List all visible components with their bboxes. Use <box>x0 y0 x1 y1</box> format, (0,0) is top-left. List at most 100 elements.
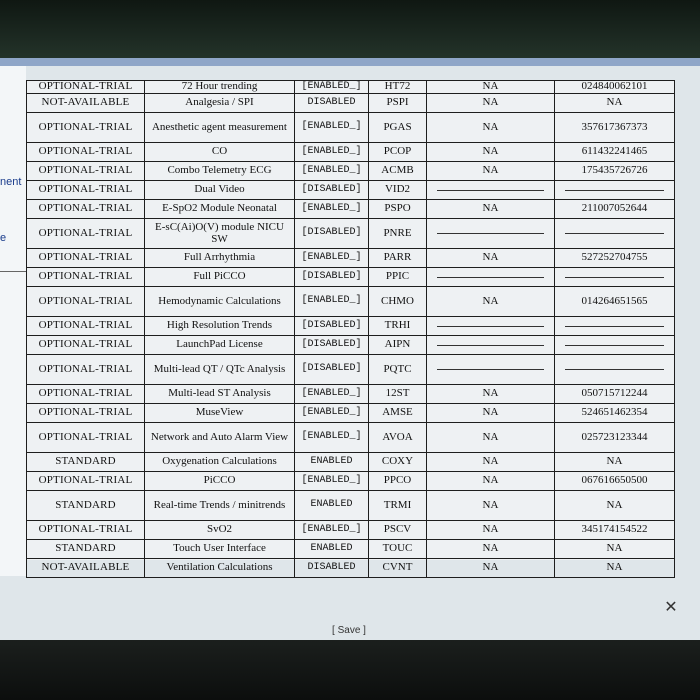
option-name-cell: Analgesia / SPI <box>144 93 295 113</box>
software-options-table: OPTIONAL-TRIAL 72 Hour trending [ENABLED_]… <box>26 80 675 578</box>
option-na-cell: NA <box>426 80 555 94</box>
option-code-cell: PQTC <box>368 354 427 385</box>
option-code-cell: PGAS <box>368 112 427 143</box>
table-row[interactable]: OPTIONAL-TRIAL Network and Auto Alarm Vie… <box>26 422 675 453</box>
table-row[interactable]: OPTIONAL-TRIAL Dual Video [DISABLED] VID2 <box>26 180 675 200</box>
option-state-cell: OPTIONAL-TRIAL <box>26 199 145 219</box>
option-license-value-cell <box>554 316 675 336</box>
option-name-cell: Multi-lead QT / QTc Analysis <box>144 354 295 385</box>
table-row[interactable]: OPTIONAL-TRIAL Multi-lead QT / QTc Analys… <box>26 354 675 385</box>
option-state-cell: OPTIONAL-TRIAL <box>26 218 145 249</box>
option-license-value-cell: 357617367373 <box>554 112 675 143</box>
option-status-cell: [ENABLED_] <box>294 80 369 94</box>
monitor-screen: nent e OPTIONAL-TRIAL 72 Hour trending [EN… <box>0 58 700 698</box>
option-state-cell: OPTIONAL-TRIAL <box>26 142 145 162</box>
table-row[interactable]: OPTIONAL-TRIAL Multi-lead ST Analysis [ENA… <box>26 384 675 404</box>
option-name-cell: Dual Video <box>144 180 295 200</box>
option-name-cell: PiCCO <box>144 471 295 491</box>
left-divider <box>0 271 26 272</box>
option-state-cell: OPTIONAL-TRIAL <box>26 80 145 94</box>
option-code-cell: PPCO <box>368 471 427 491</box>
option-na-cell: NA <box>426 520 555 540</box>
option-state-cell: OPTIONAL-TRIAL <box>26 403 145 423</box>
option-license-value-cell: 345174154522 <box>554 520 675 540</box>
table-row[interactable]: OPTIONAL-TRIAL CO [ENABLED_] PCOP NA 61143224… <box>26 142 675 162</box>
option-name-cell: E-sC(Ai)O(V) module NICU SW <box>144 218 295 249</box>
option-status-cell: [DISABLED] <box>294 180 369 200</box>
save-button[interactable]: [ Save ] <box>322 625 376 636</box>
option-status-cell: [ENABLED_] <box>294 403 369 423</box>
option-status-cell: DISABLED <box>294 93 369 113</box>
left-label-fragment[interactable]: nent <box>0 176 21 188</box>
option-status-cell: ENABLED <box>294 452 369 472</box>
option-status-cell: DISABLED <box>294 558 369 578</box>
table-row[interactable]: OPTIONAL-TRIAL Full Arrhythmia [ENABLED_] P… <box>26 248 675 268</box>
table-row[interactable]: OPTIONAL-TRIAL E-sC(Ai)O(V) module NICU S… <box>26 218 675 249</box>
table-row[interactable]: OPTIONAL-TRIAL Combo Telemetry ECG [ENABLE… <box>26 161 675 181</box>
option-status-cell: ENABLED <box>294 539 369 559</box>
close-icon[interactable]: ✕ <box>664 599 678 615</box>
option-na-cell: NA <box>426 248 555 268</box>
table-row[interactable]: OPTIONAL-TRIAL High Resolution Trends [DIS… <box>26 316 675 336</box>
option-license-value-cell: 014264651565 <box>554 286 675 317</box>
option-status-cell: [ENABLED_] <box>294 161 369 181</box>
table-row[interactable]: STANDARD Touch User Interface ENABLED TOUC N… <box>26 539 675 559</box>
option-status-cell: ENABLED <box>294 490 369 521</box>
option-status-cell: [ENABLED_] <box>294 142 369 162</box>
table-row[interactable]: NOT-AVAILABLE Ventilation Calculations DIS… <box>26 558 675 578</box>
table-row[interactable]: OPTIONAL-TRIAL Full PiCCO [DISABLED] PPIC <box>26 267 675 287</box>
option-status-cell: [DISABLED] <box>294 316 369 336</box>
option-state-cell: NOT-AVAILABLE <box>26 93 145 113</box>
option-license-value-cell: NA <box>554 452 675 472</box>
option-na-cell: NA <box>426 471 555 491</box>
option-state-cell: OPTIONAL-TRIAL <box>26 112 145 143</box>
table-row[interactable]: OPTIONAL-TRIAL LaunchPad License [DISABLED… <box>26 335 675 355</box>
option-license-value-cell: 175435726726 <box>554 161 675 181</box>
option-name-cell: SvO2 <box>144 520 295 540</box>
table-row[interactable]: OPTIONAL-TRIAL E-SpO2 Module Neonatal [ENA… <box>26 199 675 219</box>
option-license-value-cell: NA <box>554 93 675 113</box>
option-code-cell: VID2 <box>368 180 427 200</box>
option-status-cell: [ENABLED_] <box>294 199 369 219</box>
option-na-cell: NA <box>426 403 555 423</box>
monitor-bezel-bottom <box>0 640 700 700</box>
option-state-cell: STANDARD <box>26 490 145 521</box>
option-status-cell: [DISABLED] <box>294 354 369 385</box>
option-name-cell: Real-time Trends / minitrends <box>144 490 295 521</box>
option-na-cell <box>426 316 555 336</box>
table-row[interactable]: OPTIONAL-TRIAL Anesthetic agent measureme… <box>26 112 675 143</box>
table-row[interactable]: OPTIONAL-TRIAL PiCCO [ENABLED_] PPCO NA 06761… <box>26 471 675 491</box>
monitor-bezel-top <box>0 0 700 60</box>
option-license-value-cell <box>554 335 675 355</box>
option-license-value-cell: 527252704755 <box>554 248 675 268</box>
table-row[interactable]: STANDARD Real-time Trends / minitrends ENA… <box>26 490 675 521</box>
option-na-cell: NA <box>426 161 555 181</box>
option-code-cell: PCOP <box>368 142 427 162</box>
option-status-cell: [ENABLED_] <box>294 422 369 453</box>
option-code-cell: CVNT <box>368 558 427 578</box>
table-row[interactable]: OPTIONAL-TRIAL Hemodynamic Calculations [E… <box>26 286 675 317</box>
option-license-value-cell: 025723123344 <box>554 422 675 453</box>
table-row[interactable]: NOT-AVAILABLE Analgesia / SPI DISABLED PSPI… <box>26 93 675 113</box>
option-name-cell: Multi-lead ST Analysis <box>144 384 295 404</box>
option-name-cell: Full PiCCO <box>144 267 295 287</box>
option-na-cell <box>426 267 555 287</box>
option-license-value-cell <box>554 180 675 200</box>
option-name-cell: Full Arrhythmia <box>144 248 295 268</box>
table-row[interactable]: OPTIONAL-TRIAL MuseView [ENABLED_] AMSE NA 52… <box>26 403 675 423</box>
option-name-cell: Ventilation Calculations <box>144 558 295 578</box>
left-label-fragment[interactable]: e <box>0 232 6 244</box>
option-na-cell <box>426 335 555 355</box>
option-state-cell: NOT-AVAILABLE <box>26 558 145 578</box>
option-na-cell: NA <box>426 539 555 559</box>
option-state-cell: OPTIONAL-TRIAL <box>26 520 145 540</box>
table-row[interactable]: OPTIONAL-TRIAL 72 Hour trending [ENABLED_]… <box>26 80 675 94</box>
option-code-cell: PNRE <box>368 218 427 249</box>
option-name-cell: Anesthetic agent measurement <box>144 112 295 143</box>
option-code-cell: TRMI <box>368 490 427 521</box>
option-name-cell: 72 Hour trending <box>144 80 295 94</box>
option-license-value-cell <box>554 218 675 249</box>
table-row[interactable]: STANDARD Oxygenation Calculations ENABLED C… <box>26 452 675 472</box>
option-na-cell <box>426 354 555 385</box>
table-row[interactable]: OPTIONAL-TRIAL SvO2 [ENABLED_] PSCV NA 345174… <box>26 520 675 540</box>
